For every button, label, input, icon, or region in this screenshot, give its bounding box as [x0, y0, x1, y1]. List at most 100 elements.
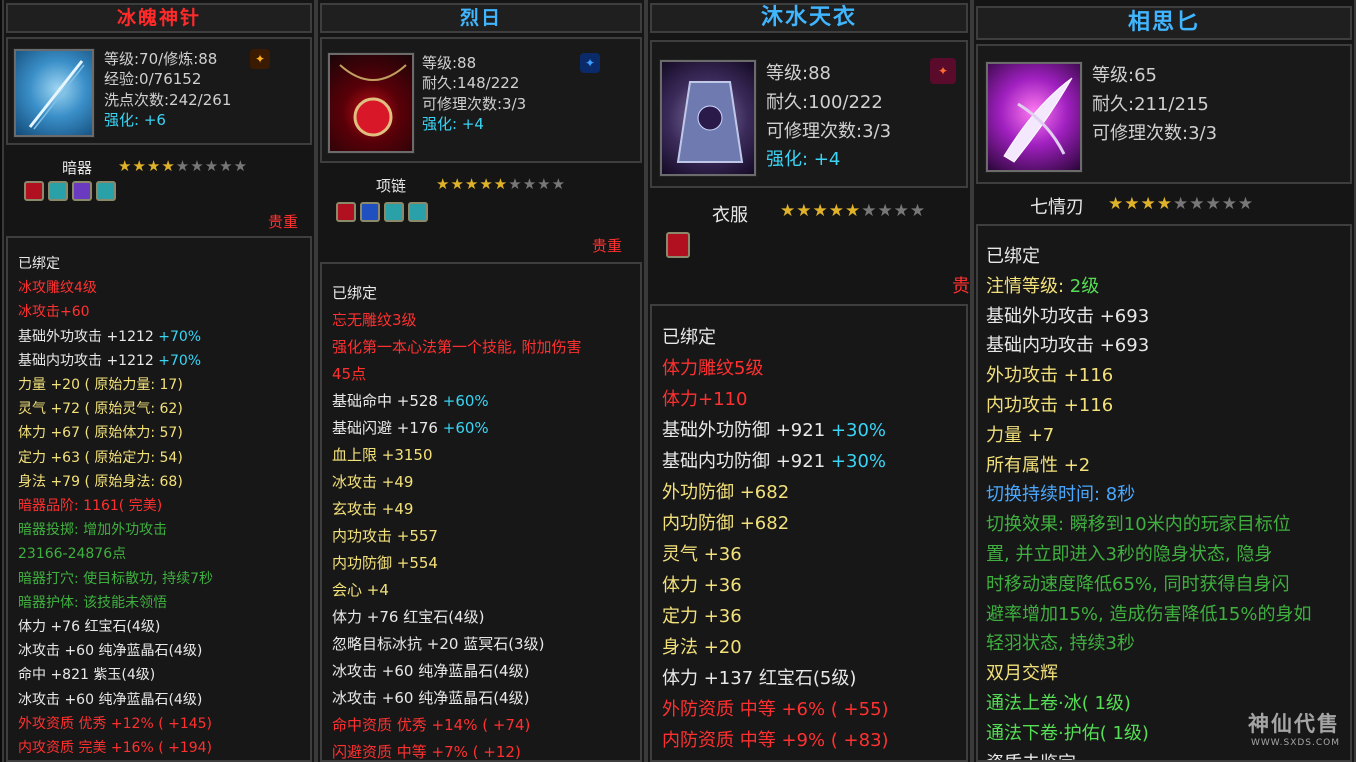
engrave-bonus: 冰攻击+60: [18, 304, 90, 321]
item-image-necklace: [327, 52, 415, 154]
aptitude-int-def: 内防资质 中等 +9% ( +83): [662, 730, 889, 751]
engrave-line: 冰攻雕纹4级: [18, 280, 97, 297]
attr-strength: 力量 +20 ( 原始力量: 17): [18, 377, 183, 394]
item-title: 冰魄神针: [6, 3, 312, 33]
rarity-label: 贵: [952, 276, 970, 297]
item-stats: 等级:70/修炼:88 经验:0/76152 洗点次数:242/261 强化: …: [104, 49, 231, 130]
gem-bonus: 命中 +821 紫玉(4级): [18, 667, 156, 684]
aptitude-status: 资质未鉴定: [986, 749, 1350, 760]
red-gem-icon: [24, 181, 44, 201]
teal-gem-icon: [408, 202, 428, 222]
skill-acupoint: 暗器打穴: 使目标散功, 持续7秒: [18, 570, 213, 587]
engrave-line: 忘无雕纹3级: [332, 311, 417, 329]
attr-ext-attack: 外功攻击 +116: [986, 365, 1114, 387]
item-panel-bingpo: 冰魄神针 等级:70/修炼:88 经验:0/76152 洗点次数:242/261…: [2, 0, 316, 762]
switch-effect: 轻羽状态, 持续3秒: [986, 633, 1135, 655]
bound-status: 已绑定: [986, 246, 1040, 267]
red-gem-icon: [336, 202, 356, 222]
base-hit: 基础命中 +528 +60%: [332, 392, 489, 410]
item-title: 烈日: [320, 3, 642, 33]
aptitude-int: 内攻资质 完美 +16% ( +194): [18, 740, 213, 757]
teal-gem-icon: [384, 202, 404, 222]
stat-reset: 洗点次数:242/261: [104, 90, 232, 109]
switch-effect: 时移动速度降低65%, 同时获得自身闪: [986, 573, 1290, 595]
star-rating: ★★★★★★★★★: [780, 201, 927, 221]
item-title: 沐水天衣: [650, 3, 968, 33]
item-image-robe: [659, 59, 757, 177]
base-int-attack: 基础内功攻击 +1212 +70%: [18, 352, 202, 369]
gem-slots: [336, 202, 428, 222]
purple-gem-icon: [72, 181, 92, 201]
stat-exp: 经验:0/76152: [104, 70, 202, 89]
skill-throw: 暗器投掷: 增加外功攻击: [18, 522, 168, 539]
aptitude-ext-def: 外防资质 中等 +6% ( +55): [662, 699, 889, 720]
item-details: 已绑定 体力雕纹5级 体力+110 基础外功防御 +921 +30% 基础内功防…: [650, 304, 968, 762]
item-stats: 等级:65 耐久:211/215 可修理次数:3/3: [1092, 62, 1217, 148]
item-stats: 等级:88 耐久:148/222 可修理次数:3/3 强化: +4: [422, 53, 526, 134]
switch-effect: 切换效果: 瞬移到10米内的玩家目标位: [986, 514, 1291, 536]
attr-strength: 力量 +7: [986, 424, 1055, 446]
attr-agility: 身法 +79 ( 原始身法: 68): [18, 473, 183, 490]
stat-repair: 可修理次数:3/3: [422, 94, 527, 113]
switch-duration: 切换持续时间: 8秒: [986, 484, 1136, 506]
teal-gem-icon: [96, 181, 116, 201]
item-category: 项链: [376, 177, 407, 195]
item-image-dagger: [985, 61, 1083, 173]
affection-level: 注情等级: 2级: [986, 275, 1100, 297]
stat-repair: 可修理次数:3/3: [1092, 122, 1218, 144]
gem-bonus: 体力 +137 红宝石(5级): [662, 668, 857, 689]
blue-gem-icon: [360, 202, 380, 222]
item-panel-xiangsi: 相思匕 等级:65 耐久:211/215 可修理次数:3/3 七情刃 ★★★★★…: [972, 0, 1356, 762]
attr-crit: 会心 +4: [332, 581, 389, 599]
base-dodge: 基础闪避 +176 +60%: [332, 419, 489, 437]
engrave-effect-value: 45点: [332, 365, 367, 383]
stat-durability: 耐久:148/222: [422, 74, 520, 93]
red-gem-icon: [666, 232, 690, 258]
attr-hp: 血上限 +3150: [332, 446, 433, 464]
item-category: 七情刃: [1030, 197, 1084, 218]
stat-enhance: 强化: +4: [766, 149, 841, 171]
engrave-effect: 强化第一本心法第一个技能, 附加伤害: [332, 338, 582, 356]
water-element-icon: ✦: [580, 53, 600, 73]
attr-int-defense: 内功防御 +682: [662, 513, 790, 534]
base-int-attack: 基础内功攻击 +693: [986, 335, 1150, 357]
stat-level: 等级:88: [766, 63, 831, 84]
gem-slots: [666, 232, 690, 258]
attr-int-attack: 内功攻击 +116: [986, 394, 1114, 416]
attr-agility: 身法 +20: [662, 637, 742, 658]
base-int-defense: 基础内功防御 +921 +30%: [662, 451, 886, 472]
item-stats: 等级:88 耐久:100/222 可修理次数:3/3 强化: +4: [766, 60, 891, 175]
base-ext-attack: 基础外功攻击 +693: [986, 305, 1150, 327]
attr-focus: 定力 +36: [662, 606, 742, 627]
bound-status: 已绑定: [662, 327, 716, 348]
gem-bonus: 体力 +76 红宝石(4级): [18, 619, 161, 636]
engrave-line: 体力雕纹5级: [662, 358, 764, 379]
item-title: 相思匕: [976, 6, 1352, 40]
stat-level: 等级:70/修炼:88: [104, 50, 218, 68]
stat-level: 等级:88: [422, 54, 477, 72]
switch-effect: 避率增加15%, 造成伤害降低15%的身如: [986, 603, 1312, 625]
item-panel-mushui: 沐水天衣 等级:88 耐久:100/222 可修理次数:3/3 强化: +4 ✦…: [646, 0, 972, 762]
gem-slots: [24, 181, 116, 201]
base-ext-attack: 基础外功攻击 +1212 +70%: [18, 328, 202, 345]
star-rating: ★★★★★★★★★: [1108, 194, 1255, 214]
attr-int-defense: 内功防御 +554: [332, 554, 438, 572]
attr-spirit: 灵气 +72 ( 原始灵气: 62): [18, 401, 183, 418]
item-header: 等级:70/修炼:88 经验:0/76152 洗点次数:242/261 强化: …: [6, 37, 312, 145]
stat-enhance: 强化: +6: [104, 110, 166, 129]
rarity-label: 贵重: [267, 213, 298, 231]
switch-effect: 置, 并立即进入3秒的隐身状态, 隐身: [986, 543, 1273, 565]
stat-durability: 耐久:211/215: [1092, 93, 1209, 115]
fire-element-icon: ✦: [930, 58, 956, 84]
gem-bonus: 冰攻击 +60 纯净蓝晶石(4级): [332, 662, 530, 680]
item-panel-lieri: 烈日 等级:88 耐久:148/222 可修理次数:3/3 强化: +4 ✦ 项…: [316, 0, 646, 762]
item-details: 已绑定 冰攻雕纹4级 冰攻击+60 基础外功攻击 +1212 +70% 基础内功…: [6, 236, 312, 762]
rarity-label: 贵重: [591, 237, 622, 255]
gem-bonus: 忽略目标冰抗 +20 蓝冥石(3级): [332, 635, 545, 653]
teal-gem-icon: [48, 181, 68, 201]
attr-mystic-attack: 玄攻击 +49: [332, 500, 414, 518]
stat-durability: 耐久:100/222: [766, 91, 883, 113]
aptitude-hit: 命中资质 优秀 +14% ( +74): [332, 716, 531, 734]
bound-status: 已绑定: [18, 256, 60, 272]
item-category: 衣服: [712, 205, 748, 226]
